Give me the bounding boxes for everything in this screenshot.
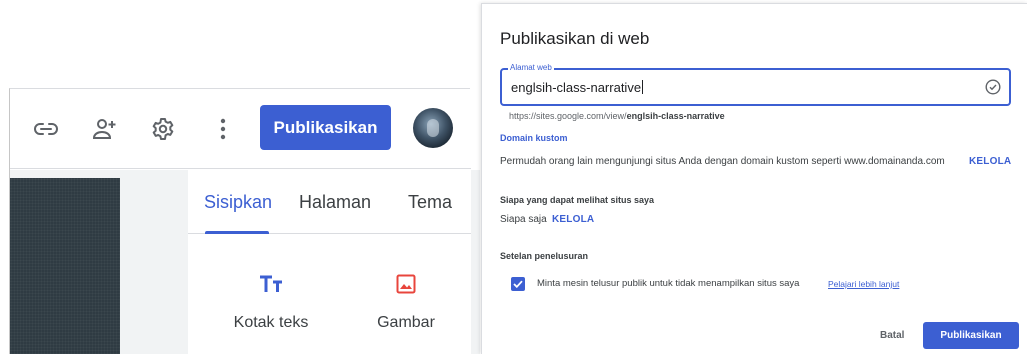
tile-label: Gambar [377,314,435,331]
manage-visibility-link[interactable]: KELOLA [552,214,594,225]
toolbar-publish-button[interactable]: Publikasikan [260,105,391,150]
editor-frame: Publikasikan Sisipkan Halaman Tema Kotak… [9,88,480,354]
tab-pages[interactable]: Halaman [299,192,371,213]
dialog-title: Publikasikan di web [500,29,650,48]
cancel-button[interactable]: Batal [880,326,904,344]
checkbox-label: Minta mesin telusur publik untuk tidak m… [537,278,800,289]
input-value: englsih-class-narrative [511,80,642,95]
url-preview: https://sites.google.com/view/englsih-cl… [509,111,725,121]
tab-themes[interactable]: Tema [408,192,452,213]
checkmark-icon [513,280,523,288]
check-circle-icon [985,79,1001,95]
url-prefix: https://sites.google.com/view/ [509,111,627,121]
field-label: Alamat web [508,63,554,73]
manage-domain-link[interactable]: KELOLA [969,156,1011,167]
panel-scroll-edge [471,170,480,354]
image-icon [393,272,419,296]
custom-domain-text: Permudah orang lain mengunjungi situs An… [500,156,945,167]
header-image [10,178,120,354]
learn-more-link[interactable]: Pelajari lebih lanjut [828,279,899,289]
sites-editor: Publikasikan Sisipkan Halaman Tema Kotak… [0,88,480,354]
insert-tiles: Kotak teks Gambar [196,242,471,354]
search-settings-heading: Setelan penelusuran [500,251,589,261]
text-box-tile[interactable]: Kotak teks [211,242,331,354]
custom-domain-heading: Domain kustom [500,133,568,143]
publish-dialog: Publikasikan di web Alamat web englsih-c… [481,3,1027,354]
page-canvas [10,170,188,354]
tab-insert[interactable]: Sisipkan [204,192,272,213]
insert-panel: Sisipkan Halaman Tema Kotak teks Gambar [188,170,471,354]
visibility-heading: Siapa yang dapat melihat situs saya [500,195,655,205]
image-tile[interactable]: Gambar [346,242,466,354]
add-person-icon[interactable] [92,116,118,142]
more-vert-icon[interactable] [210,116,236,142]
panel-tabs: Sisipkan Halaman Tema [188,170,471,234]
text-box-icon [258,272,284,296]
text-caret [642,80,644,94]
url-slug: englsih-class-narrative [626,111,725,121]
publish-button[interactable]: Publikasikan [923,322,1019,349]
hide-from-search-checkbox[interactable] [511,277,525,291]
tile-label: Kotak teks [233,314,309,331]
editor-toolbar: Publikasikan [10,89,471,169]
link-icon[interactable] [33,116,59,142]
visibility-value: Siapa saja [500,214,547,225]
avatar[interactable] [413,108,453,148]
web-address-input[interactable]: englsih-class-narrative [511,80,644,95]
gear-icon[interactable] [150,116,176,142]
web-address-field[interactable]: Alamat web englsih-class-narrative [500,63,1011,106]
active-tab-indicator [205,231,269,234]
